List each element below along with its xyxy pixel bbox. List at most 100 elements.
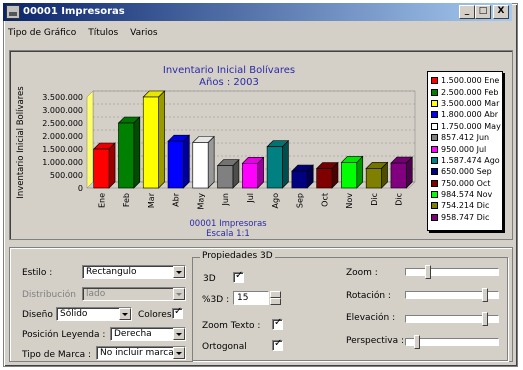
legend-label: 984.574 Nov xyxy=(441,190,493,200)
x-tick-label: Ago xyxy=(271,193,280,209)
bar-side xyxy=(158,90,165,189)
label-3d: 3D xyxy=(203,274,216,284)
legend-label: 1.750.000 May xyxy=(441,121,501,131)
y-tick-label: 1.000.000 xyxy=(42,158,83,167)
bar xyxy=(142,96,159,189)
legend-swatch xyxy=(431,122,438,130)
chevron-down-icon[interactable] xyxy=(173,347,185,359)
legend-item: 958.747 Dic xyxy=(431,212,499,223)
menu-titulos[interactable]: Títulos xyxy=(86,26,120,42)
legend-item: 857.412 Jun xyxy=(431,132,499,143)
zoom-slider-thumb[interactable] xyxy=(425,265,431,279)
legend-swatch xyxy=(431,191,438,199)
perspectiva-slider[interactable] xyxy=(405,335,499,349)
bar-side xyxy=(108,142,116,189)
bar xyxy=(341,162,358,189)
legend-label: 958.747 Dic xyxy=(441,212,490,222)
colores-label: Colores xyxy=(138,310,172,320)
chevron-down-icon[interactable] xyxy=(173,266,185,278)
bar xyxy=(316,168,333,189)
elevacion-slider[interactable] xyxy=(405,312,499,326)
y-tick-label: 2.000.000 xyxy=(42,132,83,141)
bar xyxy=(266,146,283,189)
bar xyxy=(167,140,184,189)
zoom-label: Zoom : xyxy=(346,268,378,278)
legend-label: 650.000 Sep xyxy=(441,167,492,177)
pct3d-spinner[interactable] xyxy=(270,291,281,305)
rotacion-label: Rotación : xyxy=(346,291,391,301)
bar xyxy=(390,162,407,189)
bar xyxy=(93,148,110,189)
bar-side xyxy=(282,140,289,189)
maximize-button[interactable]: □ xyxy=(475,5,491,19)
legend-swatch xyxy=(431,111,438,119)
close-button[interactable]: X xyxy=(493,5,509,19)
elevacion-label: Elevación : xyxy=(346,313,396,323)
legend-label: 1.587.474 Ago xyxy=(441,155,500,165)
bar xyxy=(217,165,234,189)
rotacion-slider-thumb[interactable] xyxy=(482,288,488,302)
legend-label: 3.500.000 Mar xyxy=(441,98,500,108)
legend-swatch xyxy=(431,88,438,96)
diseno-label: Diseño : xyxy=(22,310,59,320)
posicion-leyenda-select[interactable]: Derecha xyxy=(110,327,186,341)
elevacion-slider-thumb[interactable] xyxy=(482,312,488,326)
chevron-down-icon xyxy=(173,288,185,300)
tipo-marca-select[interactable]: No incluir marcas xyxy=(96,346,186,360)
y-axis-label: Inventario Inicial Bolívares xyxy=(16,86,26,199)
diseno-select[interactable]: Sólido xyxy=(56,307,132,321)
x-tick-label: Dic xyxy=(370,193,379,206)
bar xyxy=(192,142,209,189)
legend-swatch xyxy=(431,99,438,107)
legend-item: 750.000 Oct xyxy=(431,178,499,189)
legend-item: 754.214 Dic xyxy=(431,200,499,211)
estilo-select[interactable]: Rectangulo xyxy=(82,265,186,279)
legend-swatch xyxy=(431,168,438,176)
colores-checkbox[interactable] xyxy=(172,306,183,319)
zoom-slider[interactable] xyxy=(405,265,499,279)
chevron-down-icon[interactable] xyxy=(119,308,131,320)
legend-item: 2.500.000 Feb xyxy=(431,86,499,97)
y-tick-label: 500.000 xyxy=(50,171,83,180)
y-tick-label: 3.000.000 xyxy=(42,106,83,115)
legend-label: 857.412 Jun xyxy=(441,133,490,143)
legend-item: 3.500.000 Mar xyxy=(431,98,499,109)
chevron-down-icon[interactable] xyxy=(173,328,185,340)
menu-tipo-grafico[interactable]: Tipo de Gráfico xyxy=(6,26,78,42)
legend-label: 1.800.000 Abr xyxy=(441,110,499,120)
3d-checkbox[interactable] xyxy=(233,270,244,283)
chart-legend: 1.500.000 Ene 2.500.000 Feb 3.500.000 Mar 1… xyxy=(427,71,503,231)
spin-down-icon[interactable] xyxy=(270,298,281,305)
x-tick-label: Jun xyxy=(221,193,230,207)
legend-label: 2.500.000 Feb xyxy=(441,87,499,97)
x-tick-label: Jul xyxy=(246,193,255,204)
x-tick-label: Dic xyxy=(395,193,404,206)
chart-side-wall xyxy=(86,90,94,189)
perspectiva-label: Perspectiva : xyxy=(346,336,404,346)
ortogonal-checkbox[interactable] xyxy=(272,338,283,351)
bar-side xyxy=(207,135,215,189)
chart-footer-name: 00001 Impresoras xyxy=(189,219,267,229)
chart-title: Inventario Inicial Bolívares xyxy=(162,65,296,76)
legend-item: 1.800.000 Abr xyxy=(431,109,499,120)
minimize-button[interactable]: _ xyxy=(459,5,475,19)
pct3d-input[interactable]: 15 xyxy=(233,291,269,305)
ortogonal-label: Ortogonal xyxy=(202,342,247,352)
chart-subtitle: Años : 2003 xyxy=(199,77,259,88)
printer-app-icon[interactable] xyxy=(6,5,20,19)
x-tick-label: Mar xyxy=(147,192,156,208)
rotacion-slider[interactable] xyxy=(405,288,499,302)
chart-footer-scale: Escala 1:1 xyxy=(206,229,250,239)
bar-side xyxy=(356,155,364,189)
spin-up-icon[interactable] xyxy=(270,291,281,298)
menu-varios[interactable]: Varios xyxy=(128,26,159,42)
legend-label: 754.214 Dic xyxy=(441,201,490,211)
x-tick-label: Abr xyxy=(172,192,181,207)
legend-swatch xyxy=(431,156,438,164)
legend-swatch xyxy=(431,179,438,187)
y-tick-label: 0 xyxy=(78,184,83,193)
legend-swatch xyxy=(431,77,438,85)
x-tick-label: Ene xyxy=(97,193,106,208)
zoom-texto-checkbox[interactable] xyxy=(272,317,283,330)
perspectiva-slider-thumb[interactable] xyxy=(414,335,420,349)
